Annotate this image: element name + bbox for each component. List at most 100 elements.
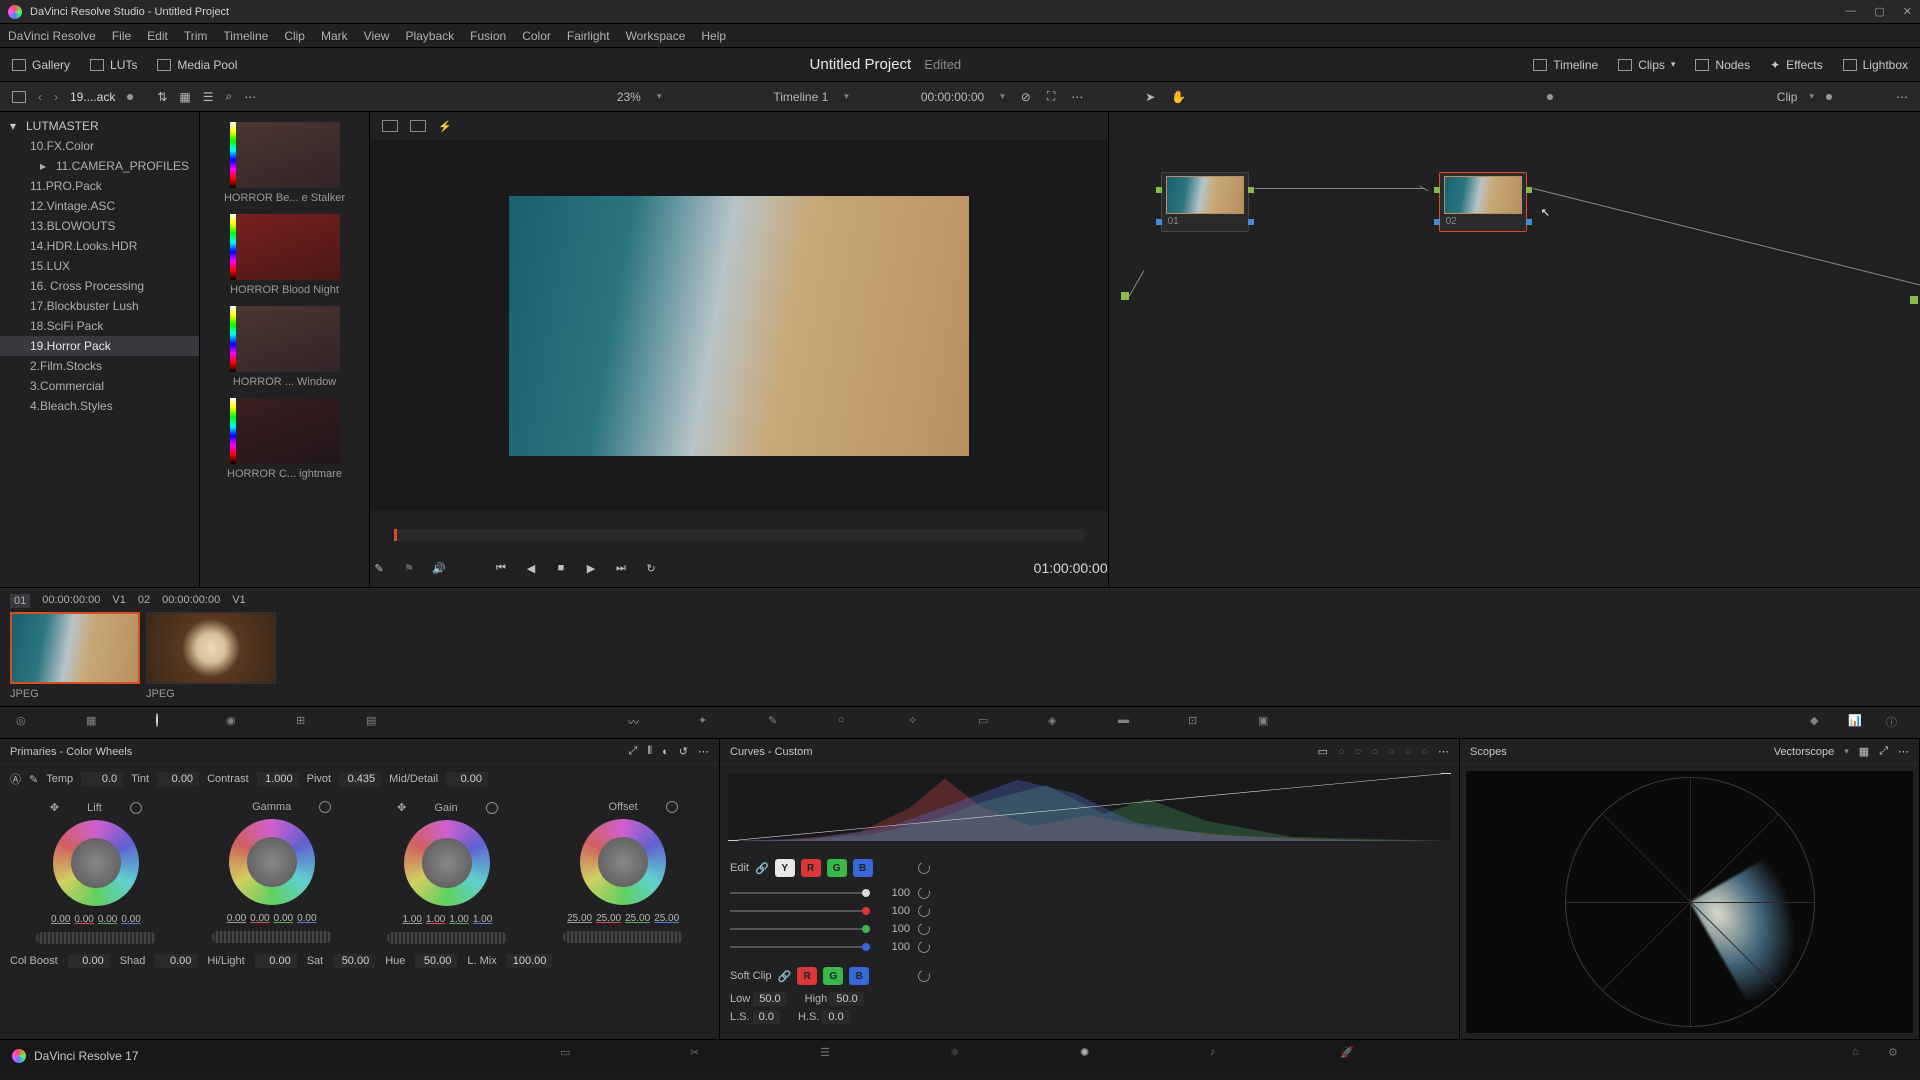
gallery-toggle[interactable]: Gallery	[12, 58, 70, 72]
temp-value[interactable]: 0.0	[81, 772, 123, 786]
reset-lift-icon[interactable]	[130, 802, 142, 814]
scopes-icon[interactable]: 📊	[1848, 714, 1866, 732]
tree-item[interactable]: 2.Film.Stocks	[0, 356, 199, 376]
rgb-mixer-icon[interactable]: ⊞	[296, 714, 314, 732]
reset-icon[interactable]	[916, 939, 931, 954]
log-icon[interactable]: ◐	[662, 746, 669, 758]
magic-mask-icon[interactable]: ▭	[978, 714, 996, 732]
curves-mode-5-icon[interactable]: ○	[1388, 746, 1395, 758]
grid-view-icon[interactable]: ▦	[179, 90, 190, 104]
cut-page-icon[interactable]: ✂	[690, 1046, 710, 1066]
hdr-wheels-icon[interactable]: ◉	[226, 714, 244, 732]
viewer-image[interactable]	[509, 196, 969, 456]
reset-icon[interactable]	[916, 885, 931, 900]
settings-icon[interactable]: ⚙	[1888, 1046, 1908, 1066]
curves-more-icon[interactable]: ⋯	[1438, 745, 1449, 758]
keyframes-icon[interactable]: ◆	[1810, 714, 1828, 732]
menu-trim[interactable]: Trim	[184, 29, 208, 43]
shad-value[interactable]: 0.00	[155, 954, 197, 968]
timeline-toggle[interactable]: Timeline	[1533, 58, 1598, 72]
mid-value[interactable]: 0.00	[446, 772, 488, 786]
tree-item[interactable]: ▸11.CAMERA_PROFILES	[0, 156, 199, 176]
motion-effects-icon[interactable]: ▤	[366, 714, 384, 732]
reset-gain-icon[interactable]	[486, 802, 498, 814]
offset-wheel[interactable]	[580, 819, 666, 905]
tree-item[interactable]: 10.FX.Color	[0, 136, 199, 156]
viewer-split-icon[interactable]	[410, 120, 426, 132]
tree-item[interactable]: 15.LUX	[0, 256, 199, 276]
search-icon[interactable]: ⌕	[226, 89, 233, 104]
scope-type-dropdown[interactable]: Vectorscope	[1774, 746, 1835, 758]
reset-offset-icon[interactable]	[666, 801, 678, 813]
clip-02[interactable]	[146, 612, 276, 684]
tree-root[interactable]: ▾LUTMASTER	[0, 116, 199, 136]
g-intensity-slider[interactable]	[730, 928, 870, 930]
channel-r-button[interactable]: R	[801, 859, 821, 877]
tree-item[interactable]: 4.Bleach.Styles	[0, 396, 199, 416]
r-intensity-slider[interactable]	[730, 910, 870, 912]
curves-mode-3-icon[interactable]: ○	[1355, 746, 1362, 758]
gamma-wheel[interactable]	[229, 819, 315, 905]
tree-item-selected[interactable]: 19.Horror Pack	[0, 336, 199, 356]
minimize-button[interactable]: —	[1845, 5, 1856, 18]
menu-fusion[interactable]: Fusion	[470, 29, 506, 43]
menu-view[interactable]: View	[364, 29, 390, 43]
lift-wheel[interactable]	[53, 820, 139, 906]
close-button[interactable]: ✕	[1903, 5, 1912, 18]
scope-expand-icon[interactable]: ⤢	[1879, 745, 1888, 758]
clip-mode-dropdown[interactable]: Clip	[1777, 90, 1798, 104]
nav-back-icon[interactable]: ‹	[38, 90, 42, 104]
menu-resolve[interactable]: DaVinci Resolve	[8, 29, 96, 43]
mute-icon[interactable]: 🔊	[430, 559, 448, 577]
media-page-icon[interactable]: ▭	[560, 1046, 580, 1066]
scope-layout-icon[interactable]: ▦	[1859, 745, 1869, 758]
expand-icon[interactable]: ⛶	[1047, 89, 1055, 104]
reset-icon[interactable]	[916, 921, 931, 936]
hue-value[interactable]: 50.00	[415, 954, 457, 968]
graph-output-port[interactable]	[1910, 296, 1918, 304]
curves-mode-1-icon[interactable]: ▭	[1318, 745, 1328, 758]
media-pool-toggle[interactable]: Media Pool	[157, 58, 237, 72]
colboost-value[interactable]: 0.00	[68, 954, 110, 968]
picker-icon[interactable]: ✎	[29, 773, 38, 786]
softclip-low[interactable]: 50.0	[753, 992, 786, 1006]
magic-wand-icon[interactable]: ⚡	[438, 120, 452, 133]
picker-icon[interactable]: ✥	[50, 801, 59, 814]
panel-icon[interactable]	[12, 91, 26, 103]
color-match-icon[interactable]: ▦	[86, 714, 104, 732]
expand-icon[interactable]: ⤢	[628, 745, 637, 758]
fusion-page-icon[interactable]: ⚛	[950, 1046, 970, 1066]
sort-icon[interactable]: ⇅	[157, 90, 167, 104]
lightbox-toggle[interactable]: Lightbox	[1843, 58, 1908, 72]
deliver-page-icon[interactable]: 🚀	[1340, 1046, 1360, 1066]
menu-color[interactable]: Color	[522, 29, 551, 43]
menu-fairlight[interactable]: Fairlight	[567, 29, 610, 43]
node-more-icon[interactable]: ⋯	[1896, 90, 1908, 104]
tint-value[interactable]: 0.00	[157, 772, 199, 786]
softclip-hs[interactable]: 0.0	[822, 1010, 849, 1024]
more-icon[interactable]: ⋯	[244, 90, 256, 104]
lmix-value[interactable]: 100.00	[507, 954, 553, 968]
marker-icon[interactable]: ✎	[370, 559, 388, 577]
next-clip-button[interactable]: ⏭	[612, 559, 630, 577]
gamma-jog[interactable]	[212, 931, 332, 943]
pivot-value[interactable]: 0.435	[339, 772, 381, 786]
tree-item[interactable]: 3.Commercial	[0, 376, 199, 396]
menu-file[interactable]: File	[112, 29, 131, 43]
clips-toggle[interactable]: Clips ▾	[1618, 58, 1675, 72]
menu-workspace[interactable]: Workspace	[626, 29, 686, 43]
channel-g-button[interactable]: G	[827, 859, 847, 877]
tree-item[interactable]: 17.Blockbuster Lush	[0, 296, 199, 316]
link-icon[interactable]: 🔗	[778, 970, 792, 983]
color-wheels-icon[interactable]	[156, 714, 174, 732]
b-intensity-slider[interactable]	[730, 946, 870, 948]
flag-icon[interactable]: ⚑	[400, 559, 418, 577]
list-view-icon[interactable]: ☰	[203, 90, 214, 104]
tree-item[interactable]: 11.PRO.Pack	[0, 176, 199, 196]
hilight-value[interactable]: 0.00	[255, 954, 297, 968]
menu-playback[interactable]: Playback	[405, 29, 454, 43]
viewer-scrubber[interactable]	[394, 529, 1084, 541]
timeline-dropdown[interactable]: Timeline 1	[773, 90, 828, 104]
softclip-r-button[interactable]: R	[797, 967, 817, 985]
lut-preset[interactable]: HORROR Be... e Stalker	[210, 122, 359, 204]
